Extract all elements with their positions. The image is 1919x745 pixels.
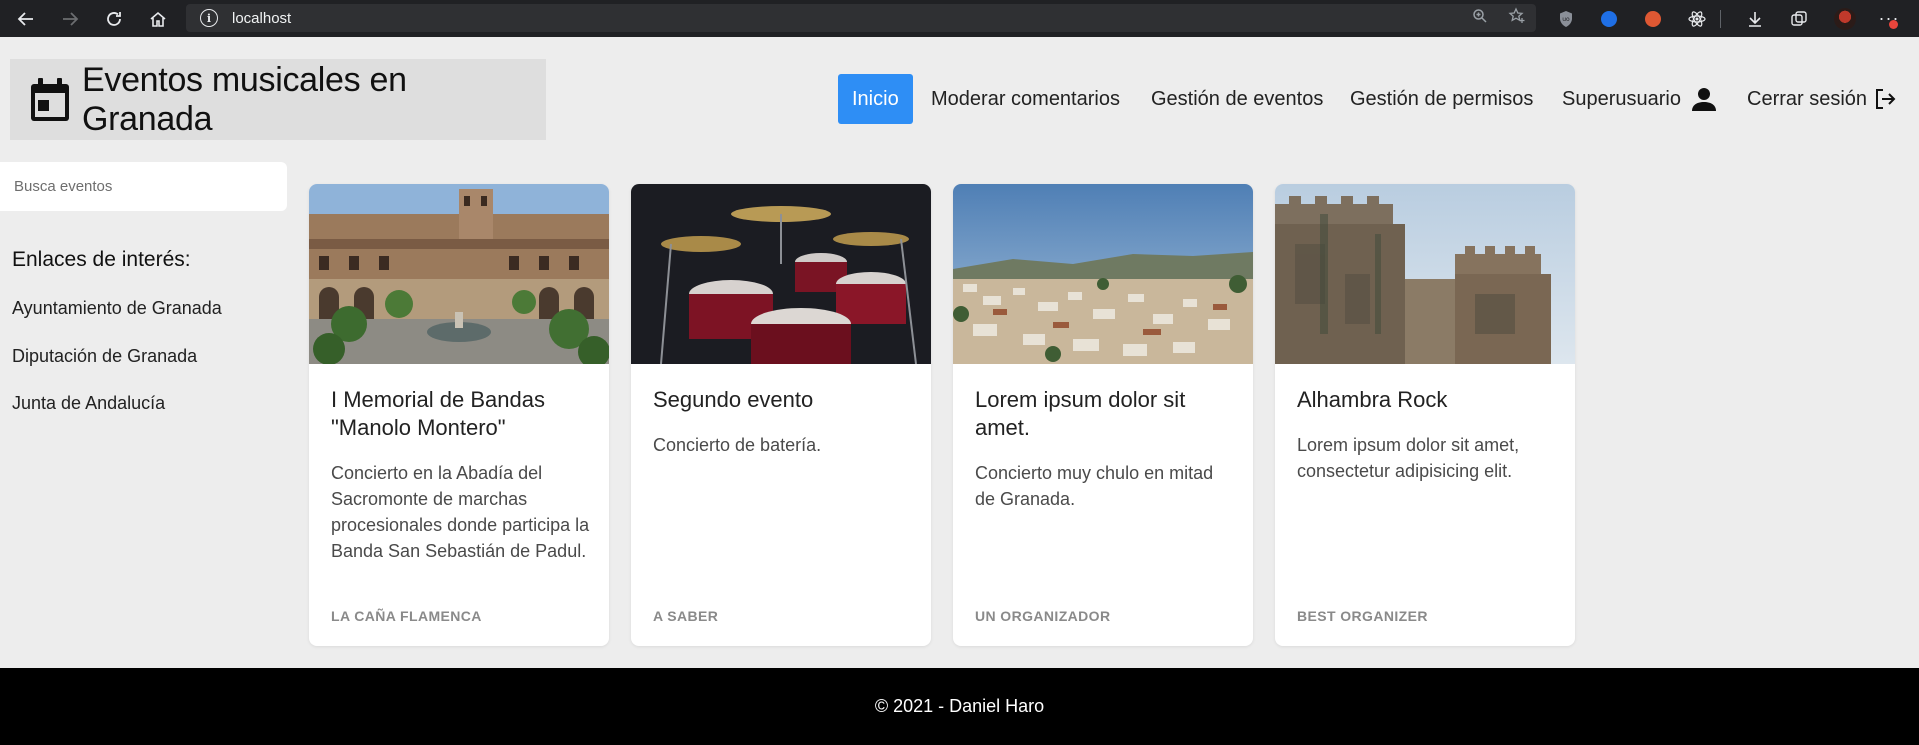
link-junta[interactable]: Junta de Andalucía — [12, 393, 165, 414]
site-footer: © 2021 - Daniel Haro — [0, 668, 1919, 745]
event-title[interactable]: Lorem ipsum dolor sit amet. — [975, 386, 1235, 442]
favorite-star-icon[interactable] — [1508, 6, 1526, 30]
blue-extension-icon[interactable] — [1594, 0, 1624, 37]
event-card[interactable]: Alhambra Rock Lorem ipsum dolor sit amet… — [1275, 184, 1575, 646]
profile-avatar[interactable] — [1830, 0, 1860, 37]
downloads-icon[interactable] — [1740, 0, 1770, 37]
event-title[interactable]: Alhambra Rock — [1297, 386, 1557, 414]
site-brand[interactable]: Eventos musicales en Granada — [10, 59, 546, 140]
event-title[interactable]: Segundo evento — [653, 386, 913, 414]
event-image-alhambra — [1275, 184, 1575, 364]
address-bar[interactable]: i localhost — [186, 4, 1536, 32]
event-organizer: BEST ORGANIZER — [1297, 608, 1428, 624]
event-title[interactable]: I Memorial de Bandas "Manolo Montero" — [331, 386, 591, 442]
logout-icon — [1873, 87, 1897, 111]
browser-toolbar: i localhost uo ··· — [0, 0, 1919, 37]
toolbar-divider — [1710, 0, 1730, 37]
reload-icon[interactable] — [92, 0, 136, 37]
event-description: Concierto de batería. — [653, 435, 822, 455]
links-heading: Enlaces de interés: — [12, 248, 191, 271]
event-image-cloister — [309, 184, 609, 364]
event-card[interactable]: Segundo evento Concierto de batería. A S… — [631, 184, 931, 646]
event-description: Concierto muy chulo en mitad de Granada. — [975, 463, 1214, 509]
url-text: localhost — [232, 9, 292, 27]
more-menu-icon[interactable]: ··· — [1874, 0, 1904, 37]
collections-icon[interactable] — [1784, 0, 1814, 37]
event-organizer: A SABER — [653, 608, 719, 624]
react-devtools-icon[interactable] — [1682, 0, 1712, 37]
link-ayuntamiento[interactable]: Ayuntamiento de Granada — [12, 298, 222, 319]
nav-inicio[interactable]: Inicio — [838, 74, 913, 124]
zoom-icon[interactable] — [1472, 8, 1488, 29]
nav-gestion-permisos[interactable]: Gestión de permisos — [1350, 74, 1533, 124]
svg-text:uo: uo — [1562, 16, 1570, 23]
event-image-drums — [631, 184, 931, 364]
link-diputacion[interactable]: Diputación de Granada — [12, 346, 197, 367]
event-image-granada-city — [953, 184, 1253, 364]
user-icon — [1691, 86, 1717, 112]
site-title: Eventos musicales en Granada — [82, 60, 407, 138]
nav-superusuario-label: Superusuario — [1562, 87, 1681, 110]
footer-copyright: © 2021 - Daniel Haro — [874, 696, 1045, 716]
back-icon[interactable] — [4, 0, 48, 37]
event-card[interactable]: Lorem ipsum dolor sit amet. Concierto mu… — [953, 184, 1253, 646]
calendar-icon — [28, 77, 72, 123]
nav-gestion-eventos[interactable]: Gestión de eventos — [1151, 74, 1323, 124]
nav-moderar-comentarios[interactable]: Moderar comentarios — [931, 74, 1120, 124]
search-input[interactable] — [0, 162, 287, 211]
event-organizer: UN ORGANIZADOR — [975, 608, 1111, 624]
duckduckgo-extension-icon[interactable] — [1638, 0, 1668, 37]
event-card[interactable]: I Memorial de Bandas "Manolo Montero" Co… — [309, 184, 609, 646]
event-organizer: LA CAÑA FLAMENCA — [331, 608, 482, 624]
event-description: Concierto en la Abadía del Sacromonte de… — [331, 463, 590, 561]
site-info-icon[interactable]: i — [200, 9, 218, 27]
nav-cerrar-sesion[interactable]: Cerrar sesión — [1747, 74, 1897, 124]
home-icon[interactable] — [136, 0, 180, 37]
forward-icon[interactable] — [48, 0, 92, 37]
nav-cerrar-sesion-label: Cerrar sesión — [1747, 87, 1868, 110]
nav-superusuario[interactable]: Superusuario — [1562, 74, 1717, 124]
event-description: Lorem ipsum dolor sit amet, consectetur … — [1297, 435, 1520, 481]
shield-extension-icon[interactable]: uo — [1551, 0, 1581, 37]
